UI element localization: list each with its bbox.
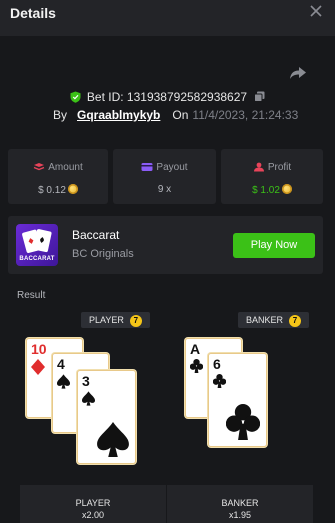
by-label: By: [53, 108, 68, 122]
game-name[interactable]: Baccarat: [72, 228, 119, 242]
player-odds-value: x2.00: [81, 510, 105, 520]
card-rank: 3: [82, 373, 90, 389]
amount-label: Amount: [48, 162, 83, 173]
club-icon: [190, 359, 203, 373]
coin-icon: [281, 184, 292, 194]
playing-cards-icon: [22, 229, 52, 253]
player-label: PLAYER: [89, 315, 124, 325]
banker-label: BANKER: [246, 315, 284, 325]
spade-icon: [97, 422, 129, 457]
share-icon[interactable]: [289, 66, 307, 80]
bet-stats: Amount $ 0.12 Payout 9 x Profit $ 1.02: [8, 149, 323, 204]
modal-title: Details: [10, 5, 56, 21]
banker-hand-label: BANKER 7: [238, 312, 310, 328]
profit-stat: Profit $ 1.02: [221, 149, 323, 204]
odds-bar: PLAYER x2.00 BANKER x1.95: [20, 485, 313, 523]
banker-odds: BANKER x1.95: [167, 485, 313, 523]
card-rank: A: [190, 341, 201, 357]
diamond-icon: [31, 359, 45, 375]
result-heading: Result: [17, 290, 46, 301]
bet-time: 11/4/2023, 21:24:33: [192, 108, 299, 122]
profit-icon: [253, 162, 264, 172]
payout-stat: Payout 9 x: [113, 149, 216, 204]
modal-header: Details: [0, 0, 335, 36]
game-card: BACCARAT Baccarat BC Originals Play Now: [8, 216, 323, 274]
verified-shield-icon: [70, 91, 81, 103]
payout-value: 9 x: [157, 184, 172, 195]
spade-icon: [82, 391, 95, 406]
close-icon[interactable]: [309, 4, 323, 18]
bet-id-row: Bet ID: 131938792582938627: [0, 89, 335, 104]
club-icon: [226, 404, 260, 440]
copy-icon[interactable]: [254, 91, 265, 103]
card-rank: 4: [57, 356, 65, 372]
username-link[interactable]: Gqraablmykyb: [77, 108, 160, 122]
play-now-button[interactable]: Play Now: [233, 233, 315, 258]
player-hand-label: PLAYER 7: [81, 312, 150, 328]
banker-odds-value: x1.95: [228, 510, 252, 520]
player-odds: PLAYER x2.00: [20, 485, 166, 523]
banker-score-badge: 7: [289, 315, 302, 327]
game-thumbnail[interactable]: BACCARAT: [16, 224, 58, 266]
spade-icon: [57, 374, 70, 389]
coin-icon: [67, 184, 78, 194]
profit-value: $ 1.02: [252, 185, 280, 196]
profit-label: Profit: [267, 162, 292, 173]
on-label: On: [172, 108, 189, 122]
amount-stat: Amount $ 0.12: [8, 149, 108, 204]
amount-value: $ 0.12: [38, 185, 66, 196]
club-icon: [213, 374, 226, 388]
card-rank: 6: [213, 356, 221, 372]
banker-card-2: 6: [208, 353, 267, 447]
card-rank: 10: [31, 341, 47, 357]
player-card-3: 3: [77, 370, 136, 464]
amount-icon: [34, 163, 45, 171]
bet-id: Bet ID: 131938792582938627: [86, 89, 248, 104]
game-provider: BC Originals: [72, 248, 134, 260]
payout-label: Payout: [156, 162, 188, 173]
player-odds-label: PLAYER: [75, 498, 111, 508]
player-score-badge: 7: [129, 315, 142, 327]
bet-meta: By Gqraablmykyb On 11/4/2023, 21:24:33: [53, 108, 298, 122]
banker-odds-label: BANKER: [221, 498, 259, 508]
game-thumbnail-text: BACCARAT: [19, 256, 55, 262]
payout-icon: [141, 163, 153, 171]
